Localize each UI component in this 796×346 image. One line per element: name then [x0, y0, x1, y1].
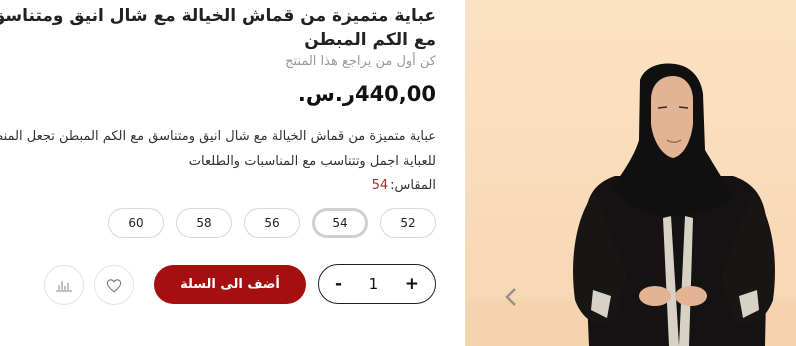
- quantity-value[interactable]: 1: [369, 275, 379, 293]
- size-option-54[interactable]: 54: [312, 208, 368, 238]
- heart-icon: [106, 278, 122, 293]
- size-option-60[interactable]: 60: [108, 208, 164, 238]
- wishlist-button[interactable]: [94, 265, 134, 305]
- size-option-58[interactable]: 58: [176, 208, 232, 238]
- chevron-left-icon: [505, 288, 516, 306]
- review-link[interactable]: كن أول من يراجع هذا المنتج: [285, 54, 436, 69]
- gallery-prev-button[interactable]: [505, 288, 527, 314]
- product-title: عباية متميزة من قماش الخيالة مع شال انيق…: [0, 6, 436, 50]
- size-option-56[interactable]: 56: [244, 208, 300, 238]
- selected-size-value: 54: [371, 178, 389, 193]
- size-label: المقاس:54: [372, 178, 436, 193]
- product-info: عباية متميزة من قماش الخيالة مع شال انيق…: [0, 0, 440, 346]
- quantity-stepper: - 1 +: [318, 264, 436, 304]
- compare-icon: [56, 281, 72, 292]
- size-option-52[interactable]: 52: [380, 208, 436, 238]
- product-description: عباية متميزة من قماش الخيالة مع شال انيق…: [0, 129, 436, 169]
- product-price: 440,00ر.س.: [297, 82, 436, 106]
- compare-button[interactable]: [44, 265, 84, 305]
- quantity-decrease-button[interactable]: -: [335, 274, 342, 294]
- size-options: 52 54 56 58 60: [108, 208, 436, 238]
- product-image[interactable]: [465, 0, 796, 346]
- quantity-increase-button[interactable]: +: [405, 274, 419, 294]
- size-label-text: المقاس:: [390, 178, 436, 193]
- add-to-cart-button[interactable]: أضف الى السلة: [154, 265, 306, 304]
